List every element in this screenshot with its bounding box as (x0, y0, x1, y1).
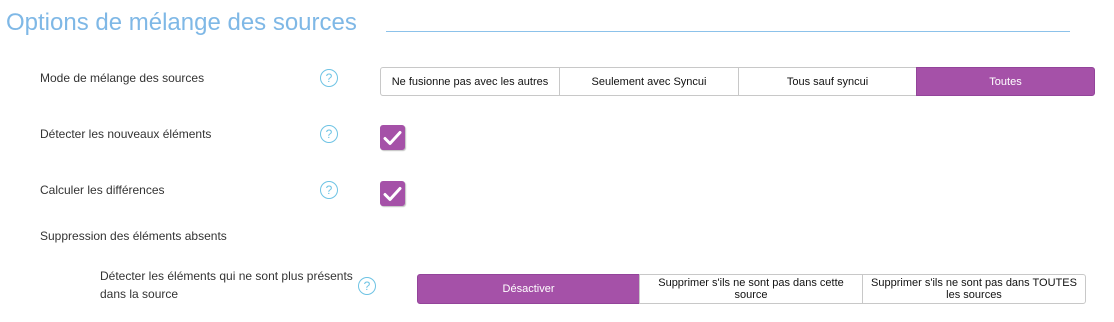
detect-missing-option-disable[interactable]: Désactiver (417, 274, 640, 304)
deletion-section-label: Suppression des éléments absents (40, 229, 227, 243)
merge-mode-selector: Ne fusionne pas avec les autres Seulemen… (380, 67, 1095, 96)
merge-mode-option-all[interactable]: Toutes (916, 67, 1095, 96)
merge-mode-option-none[interactable]: Ne fusionne pas avec les autres (380, 67, 560, 96)
section-title: Options de mélange des sources (6, 9, 357, 36)
detect-missing-label-line2: dans la source (100, 287, 179, 301)
detect-missing-label-line1: Détecter les éléments qui ne sont plus p… (100, 269, 353, 283)
detect-missing-selector: Désactiver Supprimer s'ils ne sont pas d… (417, 274, 1086, 304)
merge-mode-label: Mode de mélange des sources (40, 71, 205, 85)
title-divider (386, 31, 1070, 32)
compute-diff-checkbox[interactable] (380, 181, 405, 206)
merge-mode-help-icon[interactable]: ? (320, 69, 338, 87)
detect-missing-option-delete-this-source[interactable]: Supprimer s'ils ne sont pas dans cette s… (639, 274, 863, 304)
detect-missing-label: Détecter les éléments qui ne sont plus p… (100, 267, 353, 303)
compute-diff-help-icon[interactable]: ? (320, 181, 338, 199)
detect-missing-help-icon[interactable]: ? (358, 277, 376, 295)
checkmark-icon (383, 186, 402, 201)
merge-options-panel: Options de mélange des sources Mode de m… (0, 0, 1114, 322)
merge-mode-option-all-but-syncui[interactable]: Tous sauf syncui (738, 67, 917, 96)
detect-new-help-icon[interactable]: ? (320, 125, 338, 143)
merge-mode-option-syncui-only[interactable]: Seulement avec Syncui (559, 67, 739, 96)
compute-diff-label: Calculer les différences (40, 183, 165, 197)
detect-missing-option-delete-all-sources[interactable]: Supprimer s'ils ne sont pas dans TOUTES … (862, 274, 1086, 304)
detect-new-checkbox[interactable] (380, 125, 405, 150)
checkmark-icon (383, 130, 402, 145)
detect-new-label: Détecter les nouveaux éléments (40, 127, 212, 141)
